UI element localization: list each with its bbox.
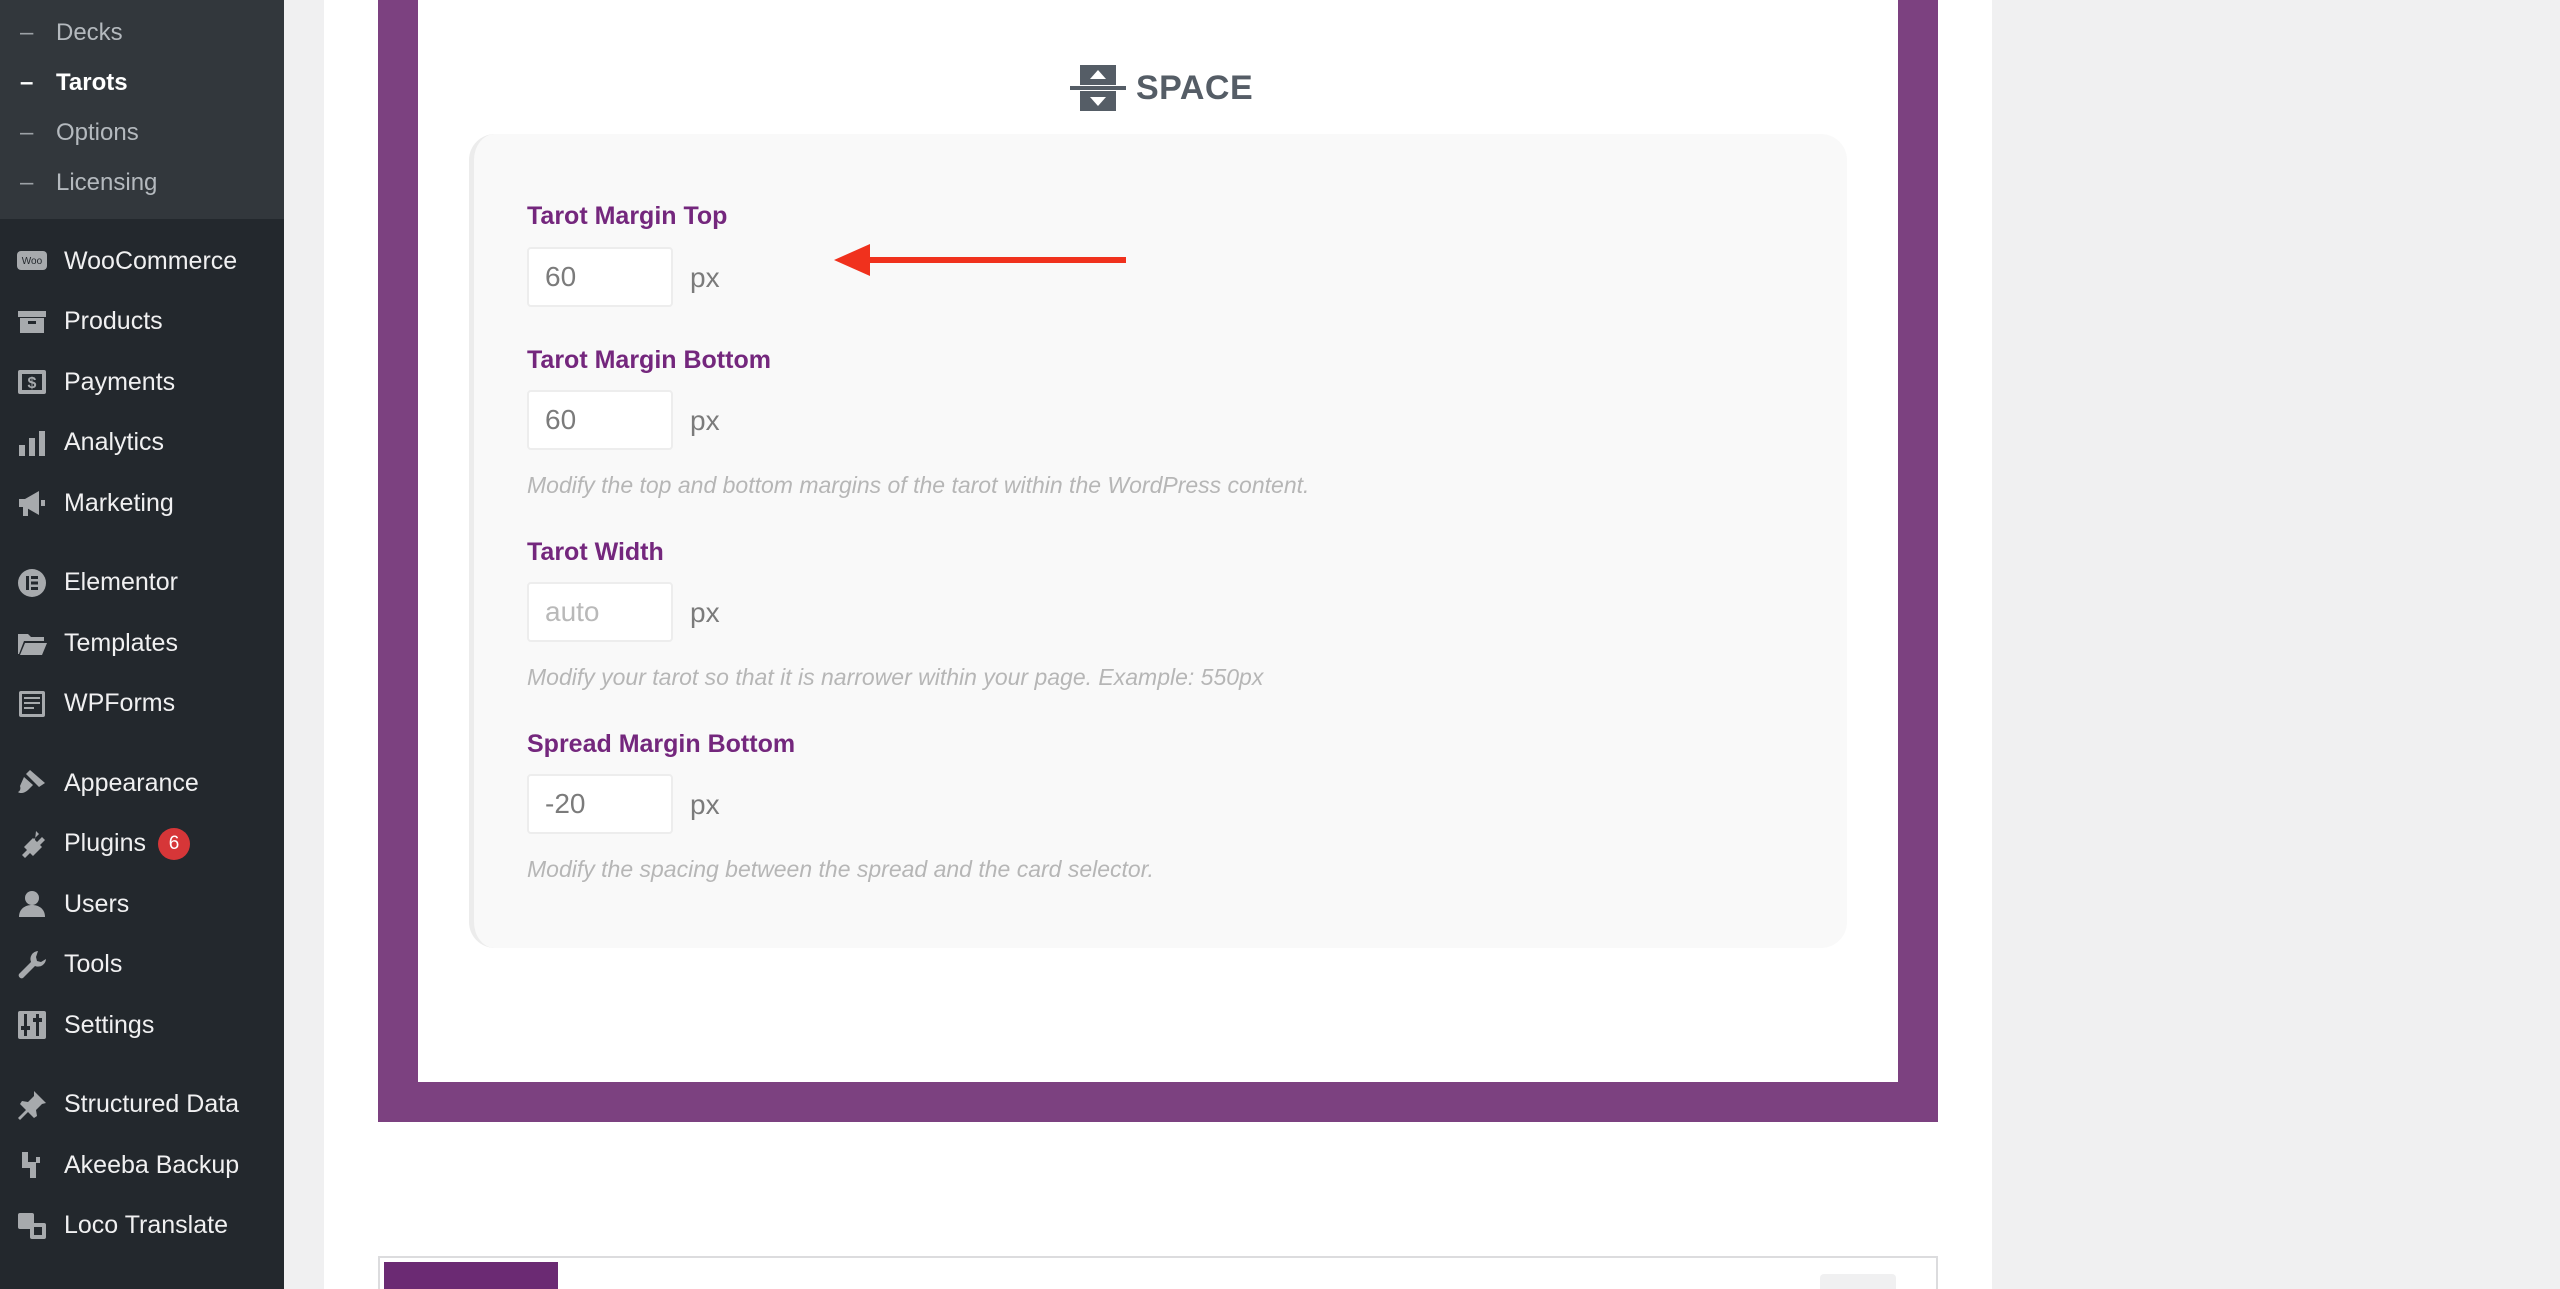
margin-top-unit: px: [690, 262, 720, 293]
menu-item-label: Payments: [64, 367, 176, 396]
pushpin-icon: [14, 1087, 50, 1123]
wrench-icon: [14, 947, 50, 983]
next-settings-card: [378, 1256, 1938, 1289]
menu-item-label: Users: [64, 889, 130, 918]
paintbrush-icon: [14, 765, 50, 801]
menu-item-label: WPForms: [64, 689, 176, 718]
margin-bottom-unit: px: [690, 405, 720, 436]
menu-item-label: Settings: [64, 1010, 155, 1039]
menu-item-settings[interactable]: Settings: [0, 995, 284, 1056]
next-card-toggle-button[interactable]: [1820, 1274, 1896, 1289]
menu-item-woocommerce[interactable]: Woo WooCommerce: [0, 231, 284, 292]
archive-icon: [14, 304, 50, 340]
menu-item-templates[interactable]: Templates: [0, 613, 284, 674]
submenu-item-label: Options: [56, 119, 139, 146]
width-help-text: Modify your tarot so that it is narrower…: [527, 664, 1264, 690]
red-arrow-annotation: [834, 244, 1126, 276]
spread-help-text: Modify the spacing between the spread an…: [527, 856, 1154, 882]
spread-margin-unit: px: [690, 789, 720, 820]
main-menu: Woo WooCommerce Products $ Payments Anal…: [0, 219, 284, 1256]
submenu-item-label: Decks: [56, 19, 123, 46]
menu-item-label: Products: [64, 307, 163, 336]
width-input[interactable]: [527, 582, 673, 642]
menu-item-elementor[interactable]: Elementor: [0, 553, 284, 614]
user-icon: [14, 886, 50, 922]
update-count-badge: 6: [158, 827, 190, 860]
section-heading: SPACE: [1070, 62, 1253, 114]
menu-item-payments[interactable]: $ Payments: [0, 352, 284, 413]
form-icon: [14, 686, 50, 722]
translate-icon: [14, 1208, 50, 1244]
woocommerce-icon: Woo: [14, 243, 50, 279]
menu-item-analytics[interactable]: Analytics: [0, 413, 284, 474]
margin-bottom-input[interactable]: [527, 390, 673, 450]
menu-item-label: Akeeba Backup: [64, 1150, 240, 1179]
menu-item-label: Loco Translate: [64, 1211, 228, 1240]
sliders-icon: [14, 1007, 50, 1043]
submenu-item-tarots[interactable]: – Tarots: [0, 58, 284, 108]
menu-item-loco-translate[interactable]: Loco Translate: [0, 1196, 284, 1257]
width-label: Tarot Width: [527, 538, 664, 566]
menu-item-label: Templates: [64, 628, 178, 657]
folder-icon: [14, 625, 50, 661]
next-card-accent: [384, 1262, 558, 1289]
width-unit: px: [690, 597, 720, 628]
submenu-item-label: Tarots: [56, 69, 128, 96]
svg-text:$: $: [28, 375, 37, 392]
margin-top-label: Tarot Margin Top: [527, 202, 728, 230]
space-icon: [1070, 65, 1126, 111]
section-title: SPACE: [1136, 68, 1254, 107]
menu-item-label: Appearance: [64, 768, 199, 797]
menu-item-label: Plugins: [64, 829, 146, 858]
akeeba-icon: [14, 1147, 50, 1183]
elementor-icon: [14, 565, 50, 601]
dollar-icon: $: [14, 364, 50, 400]
spread-margin-input[interactable]: [527, 774, 673, 834]
menu-item-tools[interactable]: Tools: [0, 935, 284, 996]
submenu-item-label: Licensing: [56, 169, 158, 196]
svg-text:Woo: Woo: [22, 256, 43, 267]
menu-item-label: Marketing: [64, 488, 174, 517]
menu-item-label: Tools: [64, 950, 123, 979]
margin-top-input[interactable]: [527, 247, 673, 307]
menu-item-label: Analytics: [64, 428, 165, 457]
menu-item-label: WooCommerce: [64, 246, 238, 275]
plug-icon: [14, 826, 50, 862]
tarots-submenu: – Decks – Tarots – Options – Licensing: [0, 0, 284, 219]
submenu-item-licensing[interactable]: – Licensing: [0, 158, 284, 208]
submenu-item-options[interactable]: – Options: [0, 108, 284, 158]
menu-item-users[interactable]: Users: [0, 874, 284, 935]
menu-item-label: Elementor: [64, 568, 178, 597]
menu-item-plugins[interactable]: Plugins 6: [0, 814, 284, 875]
menu-item-wpforms[interactable]: WPForms: [0, 674, 284, 735]
megaphone-icon: [14, 485, 50, 521]
spread-margin-label: Spread Margin Bottom: [527, 730, 796, 758]
admin-sidebar: – Decks – Tarots – Options – Licensing W…: [0, 0, 284, 1289]
menu-item-structured-data[interactable]: Structured Data: [0, 1075, 284, 1136]
margin-bottom-label: Tarot Margin Bottom: [527, 346, 771, 374]
submenu-item-decks[interactable]: – Decks: [0, 8, 284, 58]
menu-item-label: Structured Data: [64, 1090, 240, 1119]
menu-item-marketing[interactable]: Marketing: [0, 473, 284, 534]
margin-help-text: Modify the top and bottom margins of the…: [527, 472, 1310, 498]
bar-chart-icon: [14, 425, 50, 461]
menu-item-products[interactable]: Products: [0, 292, 284, 353]
menu-item-akeeba-backup[interactable]: Akeeba Backup: [0, 1135, 284, 1196]
menu-item-appearance[interactable]: Appearance: [0, 753, 284, 814]
space-settings-group: [469, 134, 1847, 948]
